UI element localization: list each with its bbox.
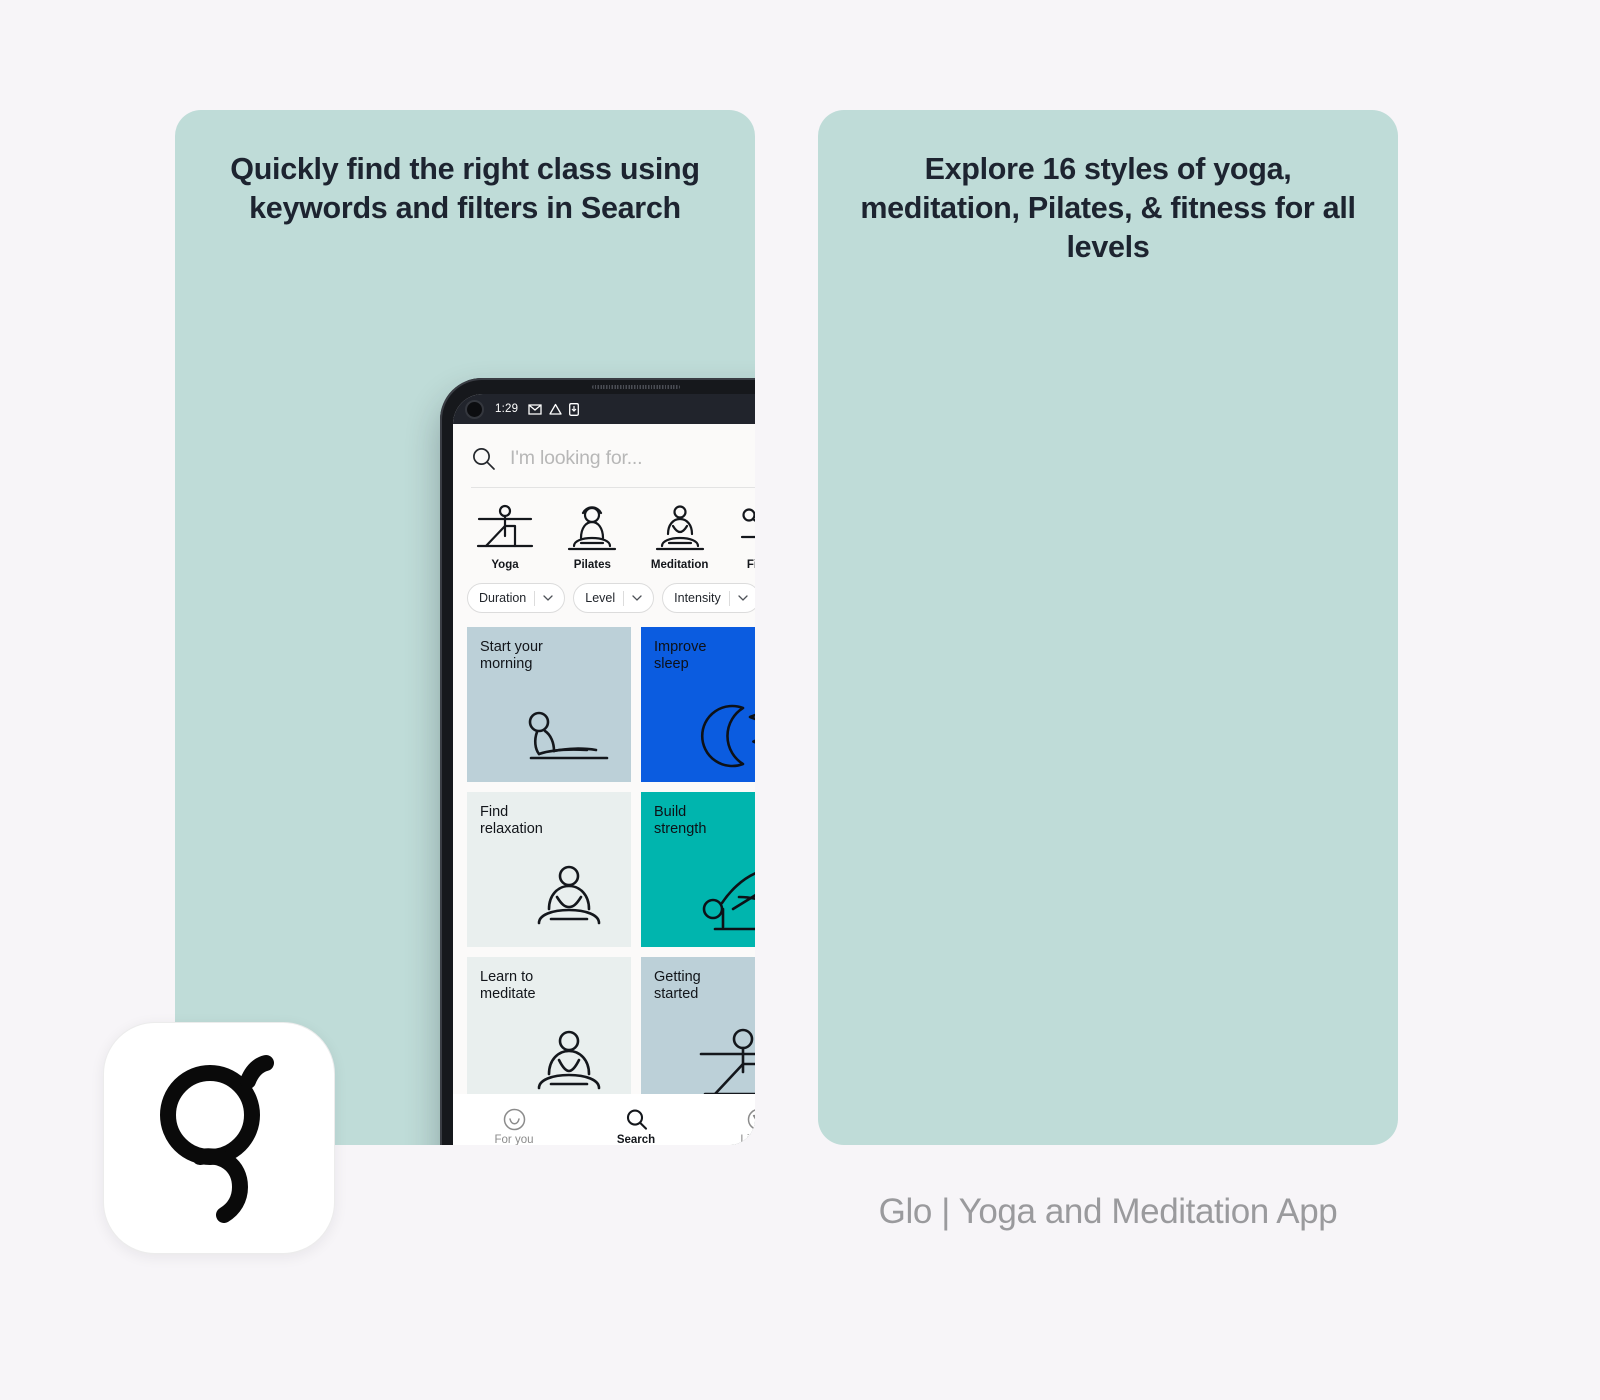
panel-title-left: Quickly find the right class using keywo… [230, 152, 700, 225]
warrior-pose-icon [465, 498, 545, 554]
search-icon [473, 448, 495, 470]
gmail-icon [528, 403, 542, 415]
nav-label: For you [494, 1134, 534, 1145]
category-label: Pilates [573, 559, 611, 571]
fitness-bench-icon [727, 498, 755, 554]
collection-card-improve-sleep[interactable]: Improve sleep [641, 627, 755, 782]
chevron-down-icon [543, 594, 553, 601]
phone-device-left: 1:29 I'm looking for... Yoga Pilates Med… [440, 378, 755, 1145]
card-title: Improve sleep [654, 639, 707, 672]
nav-library[interactable]: Library [697, 1108, 755, 1145]
chip-label: Level [585, 591, 616, 605]
bottom-nav-left: For you Search Libra [453, 1094, 755, 1145]
moon-stars-icon [700, 704, 755, 768]
front-camera-icon [465, 399, 484, 419]
seated-pilates-icon [552, 498, 632, 554]
search-input[interactable]: I'm looking for... [510, 447, 643, 470]
chip-label: Intensity [674, 591, 721, 605]
category-meditation[interactable]: Meditation [640, 498, 720, 571]
collection-card-start-your-morning[interactable]: Start your morning [467, 627, 631, 782]
chip-label: Duration [479, 591, 527, 605]
filter-chip-level[interactable]: Level [573, 583, 655, 613]
promo-panel-search: Quickly find the right class using keywo… [175, 110, 755, 1145]
footer-brand: Glo | Yoga and Meditation App [878, 1192, 1338, 1231]
chevron-down-icon [738, 594, 748, 601]
chevron-down-icon [632, 594, 642, 601]
app-logo-tile [103, 1022, 335, 1254]
glo-logo [160, 1055, 274, 1223]
card-title: Start your morning [480, 639, 543, 672]
download-icon [569, 402, 580, 416]
collection-card-getting-started[interactable]: Getting started [641, 957, 755, 1112]
nav-label: Search [616, 1134, 656, 1145]
search-icon [626, 1109, 647, 1130]
category-label: Fitness [746, 559, 755, 571]
card-title: Find relaxation [480, 804, 543, 837]
filter-chip-row: Duration Level Intensity [453, 571, 755, 613]
promo-panel-class-detail: Explore 16 styles of yoga, meditation, P… [818, 110, 1398, 1145]
crow-pose-icon [702, 872, 755, 931]
category-label: Meditation [650, 559, 709, 571]
collection-card-build-strength[interactable]: Build strength [641, 792, 755, 947]
chip-separator [534, 590, 536, 606]
card-title: Learn to meditate [480, 969, 536, 1002]
collection-grid: Start your morning Improve sleep Find re… [453, 627, 755, 1112]
collection-card-find-relaxation[interactable]: Find relaxation [467, 792, 631, 947]
drive-icon [549, 403, 562, 415]
nav-label: Library [740, 1134, 755, 1145]
phone-screen-left: 1:29 I'm looking for... Yoga Pilates Med… [453, 394, 755, 1145]
category-fitness[interactable]: Fitness [727, 498, 755, 571]
category-pilates[interactable]: Pilates [552, 498, 632, 571]
filter-chip-duration[interactable]: Duration [467, 583, 566, 613]
panel-title-right: Explore 16 styles of yoga, meditation, P… [860, 152, 1356, 264]
meditation-icon [640, 498, 720, 554]
filter-chip-intensity[interactable]: Intensity [662, 583, 755, 613]
card-title: Build strength [654, 804, 707, 837]
status-bar-left: 1:29 [453, 394, 755, 424]
smiley-icon [503, 1108, 525, 1131]
chip-separator [728, 590, 730, 606]
card-title: Getting started [654, 969, 701, 1002]
category-label: Yoga [491, 559, 519, 571]
nav-for-you[interactable]: For you [453, 1108, 575, 1145]
chip-separator [623, 590, 625, 606]
lotus-pose-icon [537, 865, 601, 925]
nav-search[interactable]: Search [575, 1108, 697, 1145]
category-yoga[interactable]: Yoga [465, 498, 545, 571]
library-icon [747, 1109, 755, 1130]
earpiece-grille [592, 385, 680, 389]
status-time: 1:29 [495, 403, 519, 415]
search-bar[interactable]: I'm looking for... [453, 424, 755, 471]
collection-card-learn-to-meditate[interactable]: Learn to meditate [467, 957, 631, 1112]
cobra-pose-icon [528, 711, 609, 760]
category-row: Yoga Pilates Meditation F [453, 488, 755, 571]
page-canvas: Quickly find the right class using keywo… [0, 0, 1600, 1400]
